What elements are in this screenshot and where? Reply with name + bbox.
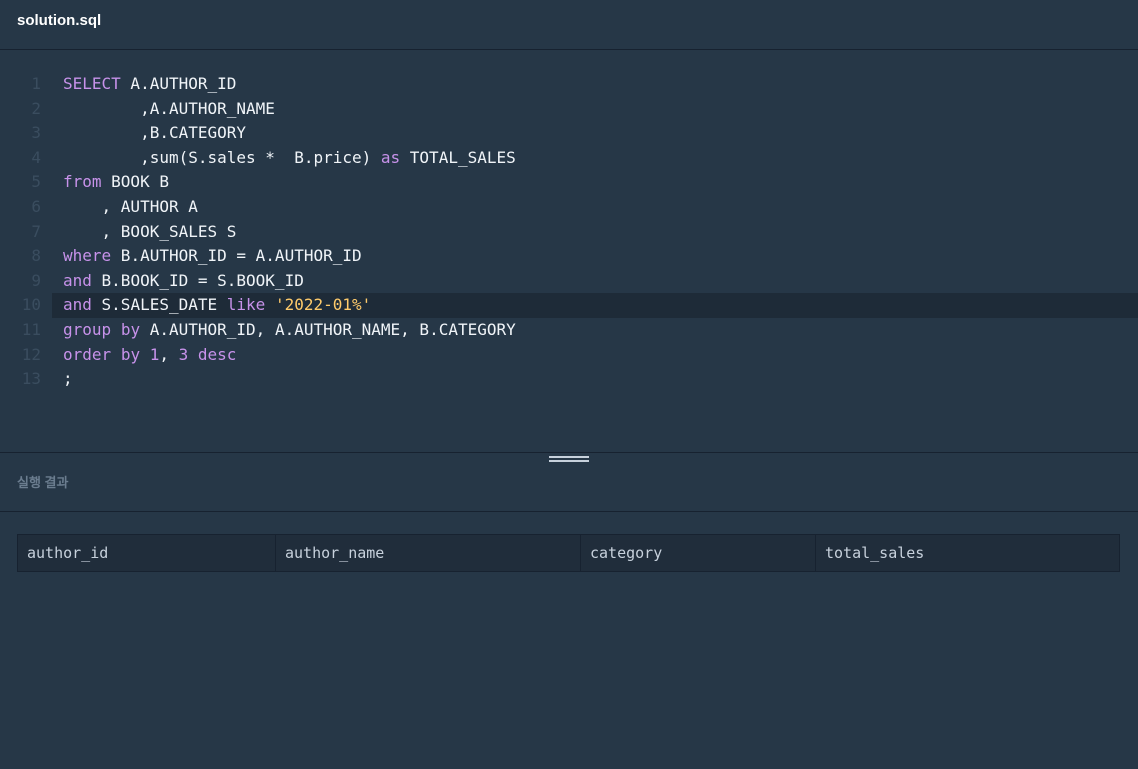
code-line[interactable]: 3 ,B.CATEGORY — [0, 121, 1138, 146]
code-editor[interactable]: 1 SELECT A.AUTHOR_ID 2 ,A.AUTHOR_NAME 3 ,B.… — [0, 51, 1138, 452]
code-line[interactable]: 8 where B.AUTHOR_ID = A.AUTHOR_ID — [0, 244, 1138, 269]
line-number: 10 — [21, 295, 41, 315]
code-token: , AUTHOR A — [63, 197, 198, 216]
code-token: by — [120, 344, 141, 364]
code-token: , — [159, 344, 179, 364]
line-number: 12 — [21, 344, 41, 364]
code-token: group — [63, 320, 112, 339]
code-text: ; — [63, 367, 73, 392]
code-token: order — [63, 344, 112, 364]
code-line[interactable]: 7 , BOOK_SALES S — [0, 220, 1138, 245]
line-number: 9 — [31, 270, 41, 290]
code-line[interactable]: 5 from BOOK B — [0, 170, 1138, 195]
line-number: 2 — [31, 98, 41, 118]
code-text: ,sum(S.sales * B.price) as TOTAL_SALES — [63, 146, 516, 171]
result-title: 실행 결과 — [17, 475, 69, 490]
code-line[interactable]: 13; — [0, 367, 1138, 392]
code-token: S.SALES_DATE — [91, 295, 227, 315]
code-text: and B.BOOK_ID = S.BOOK_ID — [63, 269, 304, 294]
result-table: author_id author_name category total_sal… — [17, 534, 1120, 572]
code-token: TOTAL_SALES — [400, 147, 516, 167]
code-line[interactable]: 6 , AUTHOR A — [0, 195, 1138, 220]
code-text: where B.AUTHOR_ID = A.AUTHOR_ID — [63, 244, 362, 269]
code-token: , BOOK_SALES S — [63, 221, 237, 241]
code-token: and — [63, 270, 92, 290]
code-text: SELECT A.AUTHOR_ID — [63, 72, 236, 97]
code-token: as — [380, 147, 401, 167]
code-text: group by A.AUTHOR_ID, A.AUTHOR_NAME, B.C… — [63, 318, 516, 343]
code-token: BOOK B — [101, 172, 169, 192]
line-number: 6 — [31, 197, 41, 216]
code-text: , BOOK_SALES S — [63, 220, 237, 245]
code-text: , AUTHOR A — [63, 195, 198, 220]
code-text: from BOOK B — [63, 170, 169, 195]
code-line[interactable]: 12 order by 1, 3 desc — [0, 343, 1138, 368]
code-line[interactable]: 11 group by A.AUTHOR_ID, A.AUTHOR_NAME, B… — [0, 318, 1138, 343]
code-token: ,A.AUTHOR_NAME — [63, 98, 275, 118]
line-number: 5 — [31, 172, 41, 192]
column-header-total-sales: total_sales — [825, 544, 925, 562]
code-text: ,B.CATEGORY — [63, 121, 246, 146]
code-token: like — [226, 295, 266, 315]
code-token: 1 — [149, 344, 160, 364]
code-token: from — [63, 172, 102, 192]
code-line[interactable]: 2 ,A.AUTHOR_NAME — [0, 97, 1138, 122]
line-number: 8 — [31, 246, 41, 266]
editor-tab-bar: solution.sql — [0, 0, 1138, 50]
code-token: 3 — [178, 344, 189, 364]
code-text: ,A.AUTHOR_NAME — [63, 97, 275, 122]
line-number: 1 — [31, 74, 41, 93]
code-token: SELECT — [63, 74, 121, 93]
code-token: ,B.CATEGORY — [63, 123, 247, 143]
line-number: 11 — [21, 320, 41, 339]
code-token: where — [63, 246, 112, 266]
line-number: 4 — [31, 147, 41, 167]
panel-divider — [0, 452, 1138, 453]
line-number: 13 — [21, 369, 41, 389]
line-number: 7 — [31, 221, 41, 241]
code-line[interactable]: 4 ,sum(S.sales * B.price) as TOTAL_SALES — [0, 146, 1138, 171]
code-token: and — [63, 295, 92, 315]
code-token: ,sum(S.sales * B.price) — [63, 147, 381, 167]
code-token: B.AUTHOR_ID = A.AUTHOR_ID — [111, 246, 362, 266]
code-token: A.AUTHOR_ID, A.AUTHOR_NAME, B.CATEGORY — [140, 320, 516, 339]
result-area: author_id author_name category total_sal… — [0, 513, 1138, 769]
code-line[interactable]: 1 SELECT A.AUTHOR_ID — [0, 72, 1138, 97]
column-header-author-id: author_id — [18, 535, 276, 571]
code-token: desc — [197, 344, 237, 364]
column-header-category: category — [581, 535, 816, 571]
drag-handle-icon[interactable] — [549, 456, 589, 468]
code-token: B.BOOK_ID = S.BOOK_ID — [91, 270, 304, 290]
code-text: and S.SALES_DATE like '2022-01%' — [63, 293, 371, 318]
code-token: ; — [63, 369, 73, 389]
file-tab-title[interactable]: solution.sql — [17, 12, 101, 29]
code-text: order by 1, 3 desc — [63, 343, 236, 368]
code-token: by — [120, 320, 141, 339]
column-header-author-name: author_name — [276, 535, 581, 571]
code-line[interactable]: 9 and B.BOOK_ID = S.BOOK_ID — [0, 269, 1138, 294]
code-line[interactable]: 10 and S.SALES_DATE like '2022-01%' — [22, 293, 1138, 318]
code-token: A.AUTHOR_ID — [120, 74, 237, 93]
code-token: '2022-01%' — [274, 295, 372, 315]
line-number: 3 — [31, 123, 41, 143]
